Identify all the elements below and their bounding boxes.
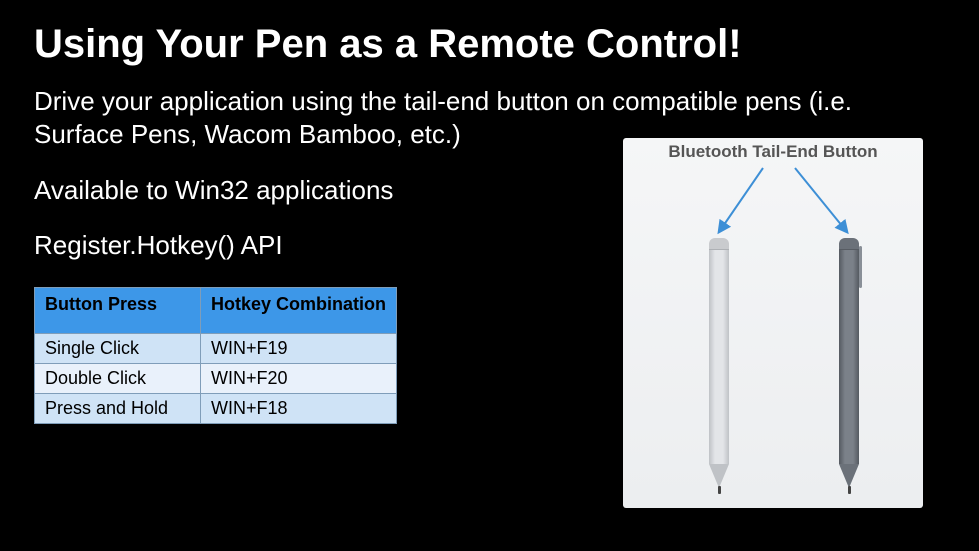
- pen-surface-icon: [709, 238, 729, 494]
- slide-title: Using Your Pen as a Remote Control!: [34, 22, 945, 67]
- cell-press: Single Click: [35, 333, 201, 363]
- pen-illustration-panel: Bluetooth Tail-End Button: [623, 138, 923, 508]
- hotkey-table: Button Press Hotkey Combination Single C…: [34, 287, 397, 424]
- table-row: Single Click WIN+F19: [35, 333, 397, 363]
- table-header-button-press: Button Press: [35, 288, 201, 334]
- arrows-icon: [623, 162, 923, 240]
- table-row: Press and Hold WIN+F18: [35, 393, 397, 423]
- pen-bamboo-icon: [839, 238, 859, 494]
- table-row: Double Click WIN+F20: [35, 363, 397, 393]
- pen-panel-label: Bluetooth Tail-End Button: [623, 142, 923, 162]
- cell-hotkey: WIN+F20: [201, 363, 397, 393]
- slide: Using Your Pen as a Remote Control! Driv…: [0, 0, 979, 551]
- cell-press: Double Click: [35, 363, 201, 393]
- cell-press: Press and Hold: [35, 393, 201, 423]
- cell-hotkey: WIN+F18: [201, 393, 397, 423]
- table-header-row: Button Press Hotkey Combination: [35, 288, 397, 334]
- cell-hotkey: WIN+F19: [201, 333, 397, 363]
- table-header-hotkey: Hotkey Combination: [201, 288, 397, 334]
